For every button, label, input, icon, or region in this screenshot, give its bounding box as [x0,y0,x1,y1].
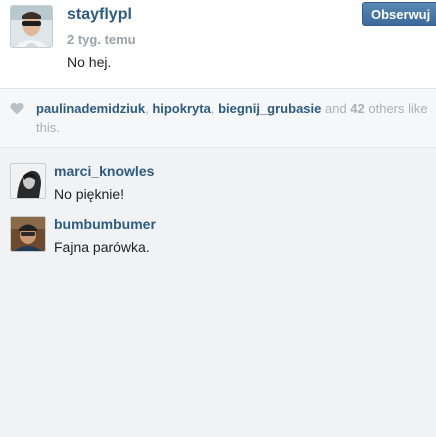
liker-link[interactable]: hipokryta [152,101,211,116]
commenter-avatar-image [11,217,45,251]
commenter-avatar[interactable] [10,216,46,252]
comment-username[interactable]: bumbumbumer [54,216,156,232]
post-view: stayflypl 2 tyg. temu No hej. Obserwuj p… [0,0,436,437]
author-avatar[interactable] [10,5,53,48]
likes-section: paulinademidziuk, hipokryta, biegnij_gru… [0,89,436,148]
heart-icon[interactable] [10,102,24,115]
comment-item: bumbumbumer Fajna parówka. [0,216,436,266]
follow-button[interactable]: Obserwuj [362,2,436,26]
post-timestamp: 2 tyg. temu [67,32,136,47]
author-avatar-image [11,6,52,47]
likes-separator: , [210,101,219,116]
liker-link[interactable]: biegnij_grubasie [218,101,321,116]
post-header: stayflypl 2 tyg. temu No hej. Obserwuj [0,0,436,89]
comment-text: No pięknie! [54,186,125,202]
commenter-avatar-image [11,164,45,198]
likes-summary: paulinademidziuk, hipokryta, biegnij_gru… [36,99,428,137]
likes-and-word: and [321,101,351,116]
comment-item: marci_knowles No pięknie! [0,163,436,213]
comment-username[interactable]: marci_knowles [54,163,154,179]
comments-list: marci_knowles No pięknie! bumbumbumer Fa… [0,148,436,437]
author-username[interactable]: stayflypl [67,6,132,24]
post-caption: No hej. [67,54,112,70]
commenter-avatar[interactable] [10,163,46,199]
liker-link[interactable]: paulinademidziuk [36,101,145,116]
comment-text: Fajna parówka. [54,239,150,255]
likes-others-count[interactable]: 42 [350,101,364,116]
